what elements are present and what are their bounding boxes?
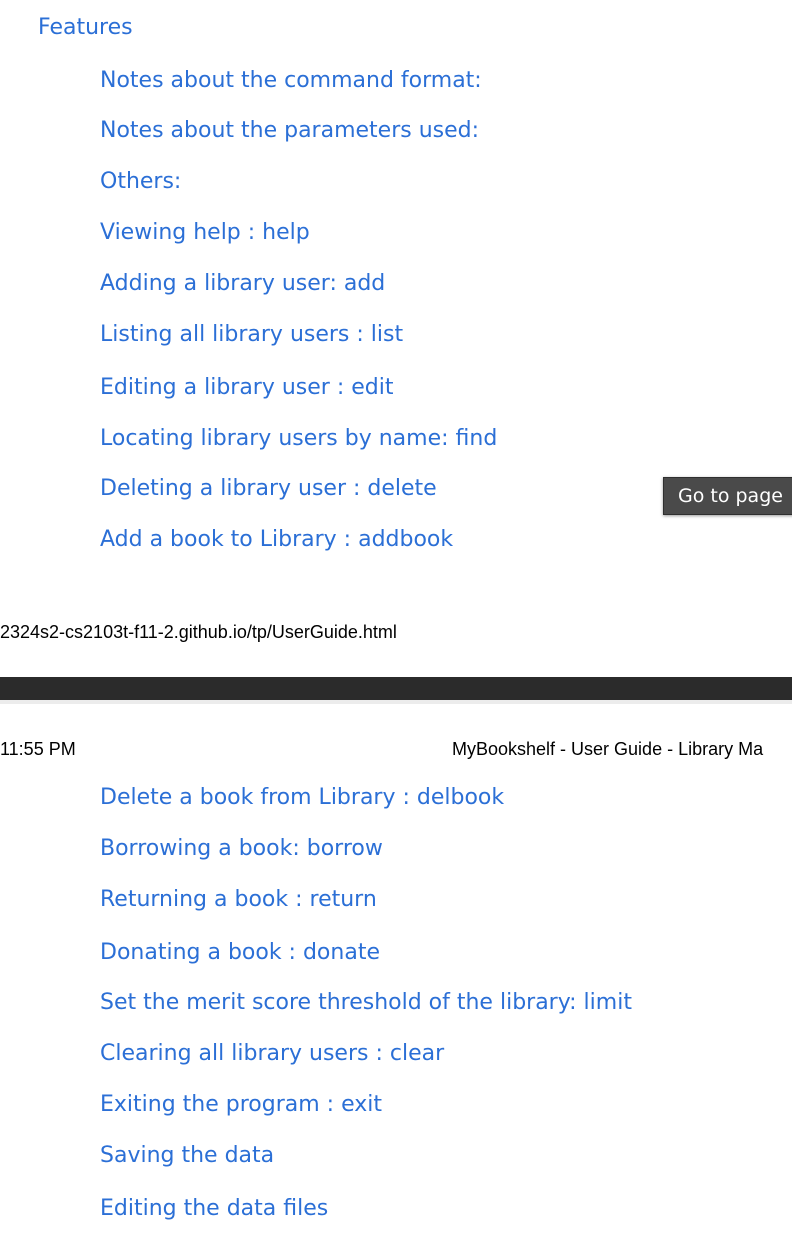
toc-link-others[interactable]: Others: [100, 168, 181, 196]
print-header-title: MyBookshelf - User Guide - Library Ma [452, 739, 764, 759]
toc-link-donate[interactable]: Donating a book : donate [100, 939, 380, 967]
toc-link-help[interactable]: Viewing help : help [100, 219, 310, 247]
toc-link-limit[interactable]: Set the merit score threshold of the lib… [100, 989, 632, 1017]
toc-link-notes-parameters[interactable]: Notes about the parameters used: [100, 117, 479, 145]
toc-link-editing-data-files[interactable]: Editing the data files [100, 1195, 328, 1223]
toc-link-notes-command-format[interactable]: Notes about the command format: [100, 67, 482, 95]
toc-link-delbook[interactable]: Delete a book from Library : delbook [100, 784, 504, 812]
toc-link-find[interactable]: Locating library users by name: find [100, 425, 497, 453]
toc-link-add[interactable]: Adding a library user: add [100, 270, 385, 298]
go-to-page-tooltip: Go to page [663, 477, 792, 515]
print-header-time: 11:55 PM [0, 739, 76, 759]
toc-link-addbook[interactable]: Add a book to Library : addbook [100, 526, 453, 554]
toc-link-features[interactable]: Features [38, 14, 133, 42]
pdf-page-top: Features Notes about the command format:… [0, 0, 792, 677]
toc-link-return[interactable]: Returning a book : return [100, 886, 377, 914]
page-url-footer: 2324s2-cs2103t-f11-2.github.io/tp/UserGu… [0, 622, 397, 642]
page-gap [0, 700, 792, 704]
toc-link-borrow[interactable]: Borrowing a book: borrow [100, 835, 383, 863]
page-divider [0, 677, 792, 700]
toc-link-delete[interactable]: Deleting a library user : delete [100, 475, 437, 503]
toc-link-clear[interactable]: Clearing all library users : clear [100, 1040, 444, 1068]
toc-link-exit[interactable]: Exiting the program : exit [100, 1091, 382, 1119]
toc-link-list[interactable]: Listing all library users : list [100, 321, 403, 349]
toc-link-saving-data[interactable]: Saving the data [100, 1142, 274, 1170]
toc-link-edit[interactable]: Editing a library user : edit [100, 374, 394, 402]
